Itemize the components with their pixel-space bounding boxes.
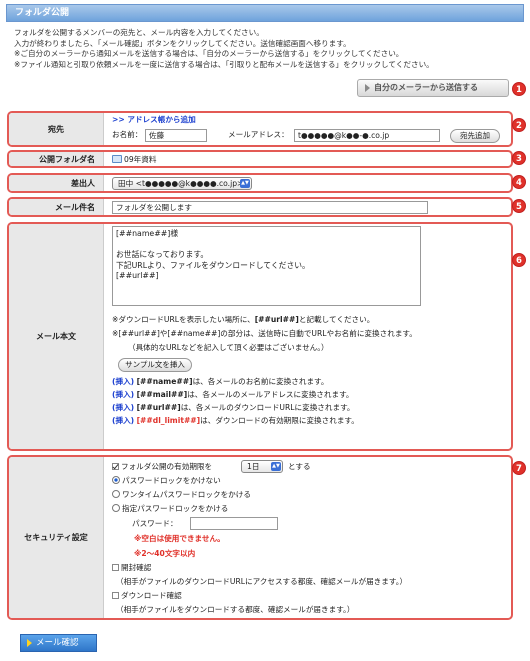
expiry-pre: フォルダ公開の有効期限を <box>121 462 213 471</box>
sender-select-value: 田中 <t●●●●●@k●●●●.co.jp> <box>118 179 244 188</box>
address-book-link[interactable]: >> アドレス帳から追加 <box>112 115 196 125</box>
body-label: メール本文 <box>9 224 104 449</box>
insert-row-url: (挿入) [##url##]は、各メールのダウンロードURLに変換されます。 <box>112 403 355 413</box>
select-arrows-icon: ▲▼ <box>271 462 281 471</box>
body-textarea[interactable]: [##name##]様 お世話になっております。 下記URLより、ファイルをダウ… <box>112 226 421 306</box>
body-row: メール本文 [##name##]様 お世話になっております。 下記URLより、フ… <box>7 222 513 451</box>
note-text: ※ダウンロードURLを表示したい場所に、 <box>112 315 255 324</box>
subject-input[interactable]: フォルダを公開します <box>112 201 428 214</box>
body-note-2: ※[##url##]や[##name##]の部分は、送信時に自動でURLやお名前… <box>112 329 417 338</box>
insert-tag: [##mail##] <box>136 390 188 399</box>
name-input[interactable]: 佐藤 <box>145 129 207 142</box>
insert-row-mail: (挿入) [##mail##]は、各メールのメールアドレスに変換されます。 <box>112 390 354 400</box>
radio[interactable] <box>112 490 120 498</box>
badge-2: 2 <box>512 118 526 132</box>
email-input[interactable]: t●●●●●@k●●-●.co.jp <box>294 129 440 142</box>
insert-row-name: (挿入) [##name##]は、各メールのお名前に変換されます。 <box>112 377 329 387</box>
intro-line: ※ご自分のメーラーから通知メールを送信する場合は、「自分のメーラーから送信する」… <box>14 49 404 58</box>
security-label: セキュリティ設定 <box>9 457 104 618</box>
opt-onetime-password[interactable]: ワンタイムパスワードロックをかける <box>112 490 251 500</box>
name-label: お名前： <box>112 130 143 139</box>
intro-line: ※ファイル通知と引取り依頼メールを一度に送信する場合は、「引取りと配布メールを送… <box>14 59 434 69</box>
opt-label: 指定パスワードロックをかける <box>122 504 229 513</box>
intro-line: フォルダを公開するメンバーの宛先と、メール内容を入力してください。 <box>14 28 264 37</box>
sender-row: 差出人 田中 <t●●●●●@k●●●●.co.jp> ▲▼ <box>7 173 513 193</box>
send-from-own-mailer-button[interactable]: 自分のメーラーから送信する <box>357 79 509 97</box>
dl-confirm-checkbox[interactable] <box>112 592 119 599</box>
insert-link[interactable]: (挿入) <box>112 390 134 399</box>
expiry-setting: フォルダ公開の有効期限を <box>112 462 212 472</box>
note-tag: [##url##] <box>254 315 299 324</box>
badge-1: 1 <box>512 82 526 96</box>
badge-4: 4 <box>512 175 526 189</box>
subject-label: メール件名 <box>9 199 104 215</box>
radio[interactable] <box>112 504 120 512</box>
mail-confirm-button[interactable]: メール確認 <box>20 634 97 652</box>
folder-value: 09年資料 <box>112 155 156 165</box>
open-confirm-note: （相手がファイルのダウンロードURLにアクセスする都度、確認メールが届きます。） <box>116 577 408 586</box>
folder-icon <box>112 155 122 163</box>
insert-sample-button[interactable]: サンプル文を挿入 <box>118 358 192 372</box>
insert-desc: は、ダウンロードの有効期限に変換されます。 <box>200 416 359 425</box>
password-input[interactable] <box>190 517 278 530</box>
password-warning-2: ※2～40文字以内 <box>134 549 196 558</box>
recipient-label: 宛先 <box>9 113 104 145</box>
sender-select[interactable]: 田中 <t●●●●●@k●●●●.co.jp> ▲▼ <box>112 177 252 190</box>
badge-5: 5 <box>512 199 526 213</box>
insert-link[interactable]: (挿入) <box>112 403 134 412</box>
insert-row-dl-limit: (挿入) [##dl_limit##]は、ダウンロードの有効期限に変換されます。 <box>112 416 359 426</box>
insert-tag: [##url##] <box>136 403 181 412</box>
dl-confirm[interactable]: ダウンロード確認 <box>112 591 182 601</box>
recipient-row: 宛先 >> アドレス帳から追加 お名前： 佐藤 メールアドレス： t●●●●●@… <box>7 111 513 147</box>
body-note-1: ※ダウンロードURLを表示したい場所に、[##url##]と記載してください。 <box>112 315 374 325</box>
page-header: フォルダ公開 <box>6 4 524 22</box>
add-recipient-button[interactable]: 宛先追加 <box>450 129 500 143</box>
select-arrows-icon: ▲▼ <box>240 179 250 188</box>
opt-label: パスワードロックをかけない <box>122 476 221 485</box>
expiry-checkbox[interactable] <box>112 463 119 470</box>
intro-text: フォルダを公開するメンバーの宛先と、メール内容を入力してください。 入力が終わり… <box>14 28 526 70</box>
intro-line: 入力が終わりましたら、「メール確認」ボタンをクリックしてください。送信確認画面へ… <box>14 38 351 48</box>
opt-fixed-password[interactable]: 指定パスワードロックをかける <box>112 504 228 514</box>
radio-selected[interactable] <box>112 476 120 484</box>
open-confirm-label: 開封確認 <box>121 563 152 572</box>
body-note-3: （具体的なURLなどを記入して頂く必要はございません。） <box>128 343 329 352</box>
folder-name: 09年資料 <box>124 155 157 164</box>
expiry-select[interactable]: 1日 ▲▼ <box>241 460 283 473</box>
insert-desc: は、各メールのお名前に変換されます。 <box>192 377 329 386</box>
subject-row: メール件名 フォルダを公開します <box>7 197 513 217</box>
password-label: パスワード： <box>132 519 178 528</box>
password-warning-1: ※空白は使用できません。 <box>134 534 225 543</box>
email-label: メールアドレス： <box>228 130 289 139</box>
expiry-post: とする <box>288 462 311 471</box>
insert-tag: [##dl_limit##] <box>136 416 201 425</box>
insert-desc: は、各メールのメールアドレスに変換されます。 <box>187 390 354 399</box>
dl-confirm-label: ダウンロード確認 <box>121 591 182 600</box>
folder-label: 公開フォルダ名 <box>9 152 104 166</box>
badge-6: 6 <box>512 253 526 267</box>
sender-label: 差出人 <box>9 175 104 191</box>
insert-link[interactable]: (挿入) <box>112 416 134 425</box>
dl-confirm-note: （相手がファイルをダウンロードする都度、確認メールが届きます。） <box>116 605 355 614</box>
badge-3: 3 <box>512 151 526 165</box>
security-row: セキュリティ設定 フォルダ公開の有効期限を 1日 ▲▼ とする パスワードロックを… <box>7 455 513 620</box>
note-text: と記載してください。 <box>298 315 375 324</box>
open-confirm[interactable]: 開封確認 <box>112 563 151 573</box>
insert-tag: [##name##] <box>136 377 193 386</box>
insert-link[interactable]: (挿入) <box>112 377 134 386</box>
insert-desc: は、各メールのダウンロードURLに変換されます。 <box>180 403 355 412</box>
opt-label: ワンタイムパスワードロックをかける <box>122 490 251 499</box>
expiry-select-value: 1日 <box>247 462 260 471</box>
opt-no-password[interactable]: パスワードロックをかけない <box>112 476 221 486</box>
open-confirm-checkbox[interactable] <box>112 564 119 571</box>
badge-7: 7 <box>512 461 526 475</box>
folder-row: 公開フォルダ名 09年資料 <box>7 150 513 168</box>
